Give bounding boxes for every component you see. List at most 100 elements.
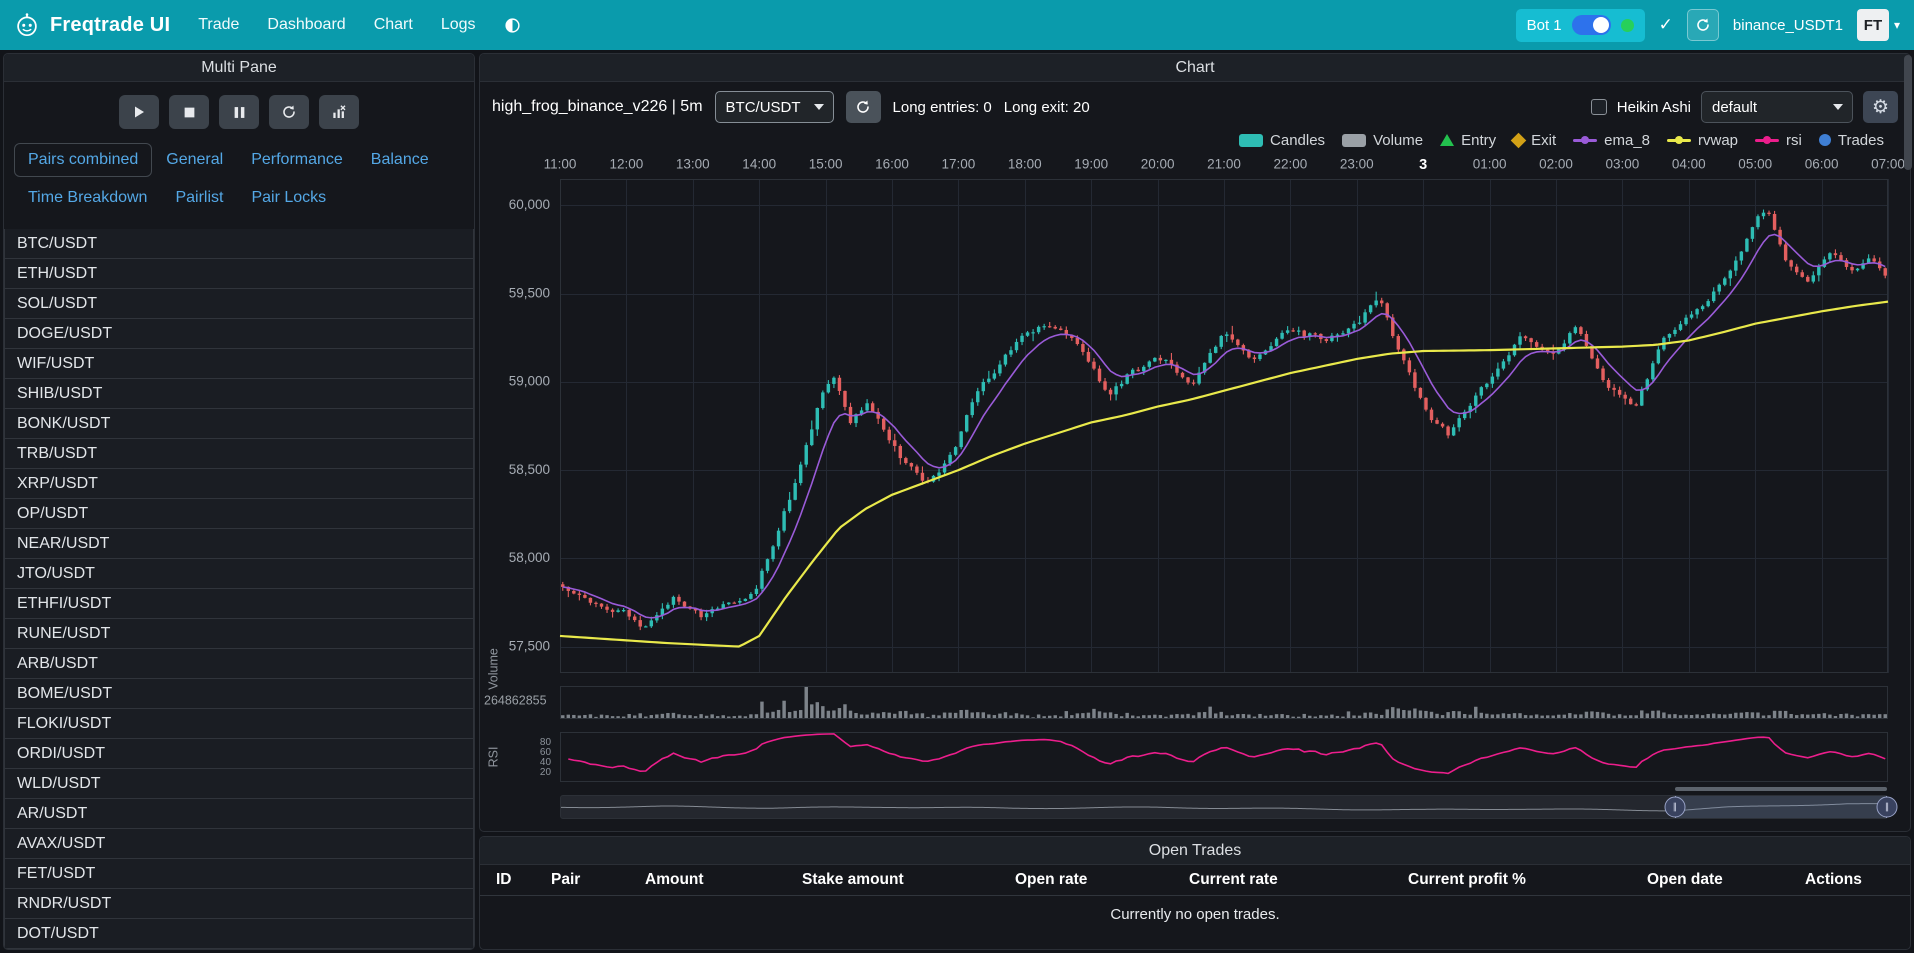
- legend-label: Candles: [1270, 132, 1325, 149]
- multi-pane-title: Multi Pane: [4, 54, 474, 82]
- right-column: Chart high_frog_binance_v226 | 5m BTC/US…: [479, 53, 1911, 950]
- bot-toggle-knob: [1593, 17, 1609, 33]
- datazoom-window[interactable]: [1675, 796, 1887, 818]
- user-menu[interactable]: FT ▾: [1857, 9, 1900, 41]
- reload-bot-button[interactable]: [1687, 9, 1719, 41]
- price-chart-canvas[interactable]: [480, 153, 1910, 785]
- legend-item[interactable]: Entry: [1440, 132, 1496, 149]
- bot-online-dot: [1621, 19, 1634, 32]
- play-button[interactable]: [119, 95, 159, 129]
- heikin-ashi-checkbox[interactable]: [1591, 99, 1607, 115]
- pair-row[interactable]: ETH/USDT: [4, 258, 474, 289]
- bot-toggle[interactable]: [1572, 15, 1611, 35]
- freqtrade-logo-icon: [14, 12, 40, 38]
- nav-link[interactable]: Logs: [441, 16, 476, 34]
- pair-row[interactable]: SHIB/USDT: [4, 378, 474, 409]
- tab[interactable]: Performance: [237, 143, 357, 177]
- pair-row[interactable]: SOL/USDT: [4, 288, 474, 319]
- account-name: binance_USDT1: [1733, 17, 1843, 34]
- refresh-chart-button[interactable]: [846, 91, 881, 123]
- nav-link[interactable]: Dashboard: [267, 16, 345, 34]
- theme-toggle-icon[interactable]: [504, 17, 521, 34]
- pair-row[interactable]: WLD/USDT: [4, 768, 474, 799]
- pair-row[interactable]: ETHFI/USDT: [4, 588, 474, 619]
- open-trades-panel: Open Trades IDPairAmountStake amountOpen…: [479, 836, 1911, 950]
- pair-row[interactable]: BOME/USDT: [4, 678, 474, 709]
- tab[interactable]: General: [152, 143, 237, 177]
- pair-row[interactable]: RNDR/USDT: [4, 888, 474, 919]
- legend-label: Entry: [1461, 132, 1496, 149]
- datazoom-slider[interactable]: ∥ ∥: [560, 795, 1888, 819]
- page-scrollbar[interactable]: [1904, 55, 1912, 170]
- legend-item[interactable]: rsi: [1755, 132, 1802, 149]
- legend-marker: [1667, 139, 1691, 142]
- chart-panel: Chart high_frog_binance_v226 | 5m BTC/US…: [479, 53, 1911, 832]
- heikin-ashi-label: Heikin Ashi: [1617, 99, 1691, 116]
- tab[interactable]: Time Breakdown: [14, 181, 161, 215]
- pair-select[interactable]: BTC/USDT: [715, 91, 834, 123]
- datazoom-handle-left[interactable]: ∥: [1664, 797, 1685, 818]
- pair-row[interactable]: OP/USDT: [4, 498, 474, 529]
- check-icon: ✓: [1659, 15, 1673, 35]
- pause-button[interactable]: [219, 95, 259, 129]
- pair-select-wrap: BTC/USDT: [715, 91, 834, 123]
- pair-row[interactable]: WIF/USDT: [4, 348, 474, 379]
- nav-link[interactable]: Trade: [198, 16, 239, 34]
- pair-row[interactable]: JTO/USDT: [4, 558, 474, 589]
- pair-row[interactable]: ORDI/USDT: [4, 738, 474, 769]
- tab[interactable]: Pairlist: [161, 181, 237, 215]
- legend-item[interactable]: Candles: [1239, 132, 1325, 149]
- pair-row[interactable]: DOT/USDT: [4, 918, 474, 949]
- legend-item[interactable]: Trades: [1819, 132, 1884, 149]
- stop-button[interactable]: [169, 95, 209, 129]
- nav-link[interactable]: Chart: [374, 16, 413, 34]
- plot-config-select[interactable]: default: [1701, 91, 1853, 123]
- pair-row[interactable]: AR/USDT: [4, 798, 474, 829]
- legend-label: ema_8: [1604, 132, 1650, 149]
- pair-row[interactable]: XRP/USDT: [4, 468, 474, 499]
- legend-item[interactable]: rvwap: [1667, 132, 1738, 149]
- chart-panel-title: Chart: [480, 54, 1910, 82]
- pair-row[interactable]: BONK/USDT: [4, 408, 474, 439]
- nav-links: Trade Dashboard Chart Logs: [198, 16, 475, 34]
- legend-marker: [1239, 134, 1263, 147]
- brand-title: Freqtrade UI: [50, 14, 170, 37]
- open-trades-column-header: Stake amount: [802, 871, 1015, 889]
- left-panel-tabs: Pairs combinedGeneralPerformanceBalance T…: [4, 141, 474, 223]
- pair-row[interactable]: AVAX/USDT: [4, 828, 474, 859]
- open-trades-header-row: IDPairAmountStake amountOpen rateCurrent…: [480, 865, 1910, 896]
- chevron-down-icon: ▾: [1894, 18, 1900, 32]
- open-trades-column-header: Amount: [645, 871, 802, 889]
- legend-label: rvwap: [1698, 132, 1738, 149]
- long-entries-label: Long entries: 0: [893, 99, 992, 116]
- pair-row[interactable]: FLOKI/USDT: [4, 708, 474, 739]
- pair-row[interactable]: ARB/USDT: [4, 648, 474, 679]
- main-area: Multi Pane: [0, 50, 1914, 953]
- brand[interactable]: Freqtrade UI: [14, 12, 170, 38]
- open-trades-empty-message: Currently no open trades.: [480, 896, 1910, 933]
- legend-item[interactable]: Volume: [1342, 132, 1423, 149]
- bot-selector[interactable]: Bot 1: [1516, 9, 1645, 42]
- tab[interactable]: Pair Locks: [237, 181, 340, 215]
- pair-row[interactable]: FET/USDT: [4, 858, 474, 889]
- tab[interactable]: Balance: [357, 143, 443, 177]
- open-trades-title: Open Trades: [480, 837, 1910, 865]
- pair-row[interactable]: DOGE/USDT: [4, 318, 474, 349]
- open-trades-column-header: ID: [496, 871, 551, 889]
- plot-settings-button[interactable]: ⚙: [1863, 91, 1898, 123]
- reload-config-button[interactable]: [269, 95, 309, 129]
- legend-item[interactable]: ema_8: [1573, 132, 1650, 149]
- open-trades-column-header: Current rate: [1189, 871, 1408, 889]
- pair-row[interactable]: RUNE/USDT: [4, 618, 474, 649]
- datazoom-handle-right[interactable]: ∥: [1877, 797, 1898, 818]
- legend-label: Exit: [1531, 132, 1556, 149]
- open-trades-column-header: Pair: [551, 871, 645, 889]
- tab[interactable]: Pairs combined: [14, 143, 152, 177]
- pair-row[interactable]: NEAR/USDT: [4, 528, 474, 559]
- plot-config-select-wrap: default: [1701, 91, 1853, 123]
- strategy-label: high_frog_binance_v226 | 5m: [492, 98, 703, 116]
- legend-item[interactable]: Exit: [1513, 132, 1556, 149]
- pair-row[interactable]: BTC/USDT: [4, 229, 474, 259]
- clear-chart-button[interactable]: [319, 95, 359, 129]
- pair-row[interactable]: TRB/USDT: [4, 438, 474, 469]
